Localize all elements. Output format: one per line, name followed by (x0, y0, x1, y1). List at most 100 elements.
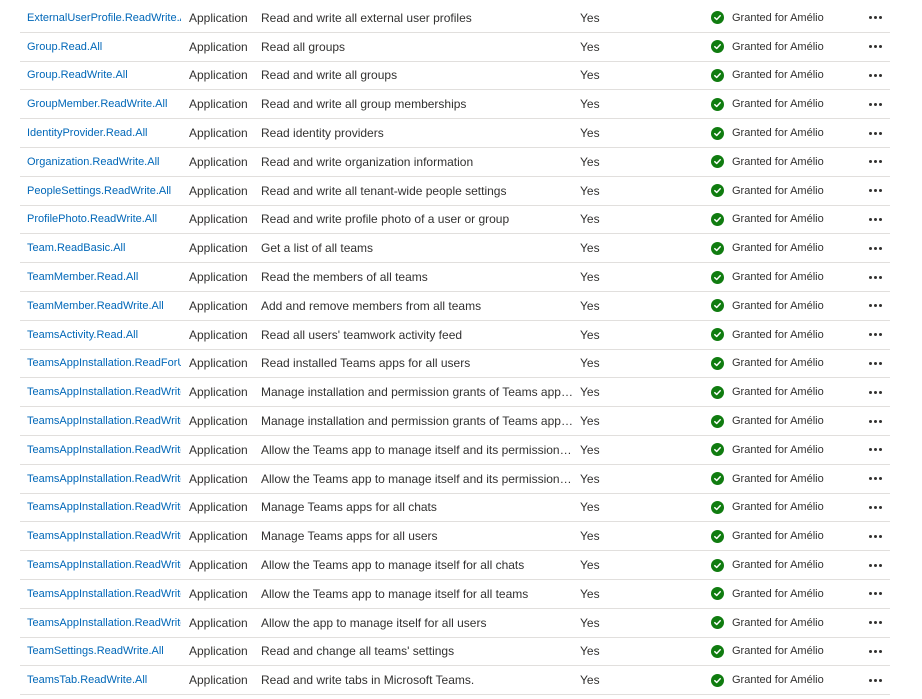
consent-status: Granted for Amélio (711, 522, 851, 550)
more-actions-button[interactable] (863, 4, 887, 32)
more-actions-button[interactable] (863, 234, 887, 262)
consent-status: Granted for Amélio (711, 436, 851, 464)
admin-consent-text: Yes (580, 126, 600, 141)
admin-consent-required: Yes (580, 465, 620, 493)
permission-name-link[interactable]: GroupMember.ReadWrite.All (27, 90, 181, 118)
permission-name-link[interactable]: TeamsTab.ReadWrite.All (27, 666, 181, 694)
permission-type: Application (189, 148, 259, 176)
more-actions-button[interactable] (863, 494, 887, 522)
admin-consent-text: Yes (580, 673, 600, 688)
more-horizontal-icon (868, 649, 882, 653)
more-actions-button[interactable] (863, 666, 887, 694)
admin-consent-text: Yes (580, 356, 600, 371)
permission-name-link[interactable]: TeamsAppInstallation.ReadWrite (27, 551, 181, 579)
permission-name-link[interactable]: TeamsAppInstallation.ReadWrite (27, 407, 181, 435)
more-actions-button[interactable] (863, 148, 887, 176)
permission-name-link[interactable]: Organization.ReadWrite.All (27, 148, 181, 176)
description-text: Read and write all tenant-wide people se… (261, 183, 507, 198)
table-row: TeamsAppInstallation.ReadWrite Applicati… (20, 465, 890, 494)
permission-name-link[interactable]: PeopleSettings.ReadWrite.All (27, 177, 181, 205)
description-text: Allow the Teams app to manage itself and… (261, 471, 573, 486)
check-circle-icon (711, 126, 724, 140)
permission-name-link[interactable]: TeamsActivity.Read.All (27, 321, 181, 349)
more-actions-button[interactable] (863, 119, 887, 147)
permission-name-link[interactable]: TeamsAppInstallation.ReadWrite (27, 465, 181, 493)
permission-description: Allow the app to manage itself for all u… (261, 609, 573, 637)
more-actions-button[interactable] (863, 292, 887, 320)
permission-description: Read and write organization information (261, 148, 573, 176)
more-actions-button[interactable] (863, 350, 887, 378)
more-actions-button[interactable] (863, 638, 887, 666)
admin-consent-required: Yes (580, 206, 620, 234)
permission-type: Application (189, 666, 259, 694)
description-text: Read all groups (261, 39, 346, 54)
status-text: Granted for Amélio (732, 11, 824, 24)
more-actions-button[interactable] (863, 580, 887, 608)
status-text: Granted for Amélio (732, 357, 824, 370)
more-actions-button[interactable] (863, 551, 887, 579)
check-circle-icon (711, 385, 724, 399)
consent-status: Granted for Amélio (711, 119, 851, 147)
permission-name-link[interactable]: TeamSettings.ReadWrite.All (27, 638, 181, 666)
permission-name-link[interactable]: Group.ReadWrite.All (27, 62, 181, 90)
more-horizontal-icon (868, 390, 882, 394)
admin-consent-required: Yes (580, 321, 620, 349)
more-actions-button[interactable] (863, 609, 887, 637)
more-actions-button[interactable] (863, 436, 887, 464)
more-actions-button[interactable] (863, 90, 887, 118)
status-text: Granted for Amélio (732, 559, 824, 572)
permission-type: Application (189, 494, 259, 522)
name-text: TeamsAppInstallation.ReadWrite (27, 530, 181, 543)
admin-consent-text: Yes (580, 97, 600, 112)
permission-name-link[interactable]: TeamsAppInstallation.ReadWrite (27, 522, 181, 550)
status-text: Granted for Amélio (732, 155, 824, 168)
permission-name-link[interactable]: Group.Read.All (27, 33, 181, 61)
more-actions-button[interactable] (863, 206, 887, 234)
description-text: Manage Teams apps for all users (261, 529, 438, 544)
name-text: TeamMember.ReadWrite.All (27, 299, 164, 312)
more-actions-button[interactable] (863, 321, 887, 349)
consent-status: Granted for Amélio (711, 206, 851, 234)
permission-name-link[interactable]: TeamsAppInstallation.ReadWrite (27, 494, 181, 522)
check-circle-icon (711, 587, 724, 601)
permission-name-link[interactable]: ProfilePhoto.ReadWrite.All (27, 206, 181, 234)
permission-type: Application (189, 206, 259, 234)
table-row: Group.ReadWrite.All Application Read and… (20, 62, 890, 91)
description-text: Read identity providers (261, 126, 384, 141)
more-actions-button[interactable] (863, 263, 887, 291)
more-actions-button[interactable] (863, 33, 887, 61)
permission-name-link[interactable]: Team.ReadBasic.All (27, 234, 181, 262)
permission-name-link[interactable]: ExternalUserProfile.ReadWrite.All (27, 4, 181, 32)
permission-name-link[interactable]: TeamsAppInstallation.ReadWrite (27, 436, 181, 464)
admin-consent-required: Yes (580, 90, 620, 118)
permission-name-link[interactable]: TeamsAppInstallation.ReadForUs (27, 350, 181, 378)
permission-name-link[interactable]: TeamsAppInstallation.ReadWrite (27, 609, 181, 637)
more-actions-button[interactable] (863, 62, 887, 90)
table-row: TeamsAppInstallation.ReadWrite Applicati… (20, 580, 890, 609)
status-text: Granted for Amélio (732, 40, 824, 53)
description-text: Allow the Teams app to manage itself for… (261, 558, 525, 573)
consent-status: Granted for Amélio (711, 551, 851, 579)
permission-type: Application (189, 90, 259, 118)
more-horizontal-icon (868, 131, 882, 135)
more-actions-button[interactable] (863, 522, 887, 550)
permission-name-link[interactable]: TeamsAppInstallation.ReadWrite (27, 580, 181, 608)
more-actions-button[interactable] (863, 177, 887, 205)
table-row: TeamsAppInstallation.ReadWrite Applicati… (20, 609, 890, 638)
status-text: Granted for Amélio (732, 98, 824, 111)
admin-consent-required: Yes (580, 551, 620, 579)
more-horizontal-icon (868, 304, 882, 308)
permission-name-link[interactable]: TeamMember.Read.All (27, 263, 181, 291)
check-circle-icon (711, 500, 724, 514)
admin-consent-required: Yes (580, 522, 620, 550)
permission-description: Read and write all external user profile… (261, 4, 573, 32)
more-actions-button[interactable] (863, 407, 887, 435)
type-text: Application (189, 586, 248, 601)
more-actions-button[interactable] (863, 378, 887, 406)
more-actions-button[interactable] (863, 465, 887, 493)
permission-name-link[interactable]: TeamMember.ReadWrite.All (27, 292, 181, 320)
more-horizontal-icon (868, 563, 882, 567)
permission-name-link[interactable]: IdentityProvider.Read.All (27, 119, 181, 147)
admin-consent-text: Yes (580, 615, 600, 630)
permission-name-link[interactable]: TeamsAppInstallation.ReadWrite (27, 378, 181, 406)
